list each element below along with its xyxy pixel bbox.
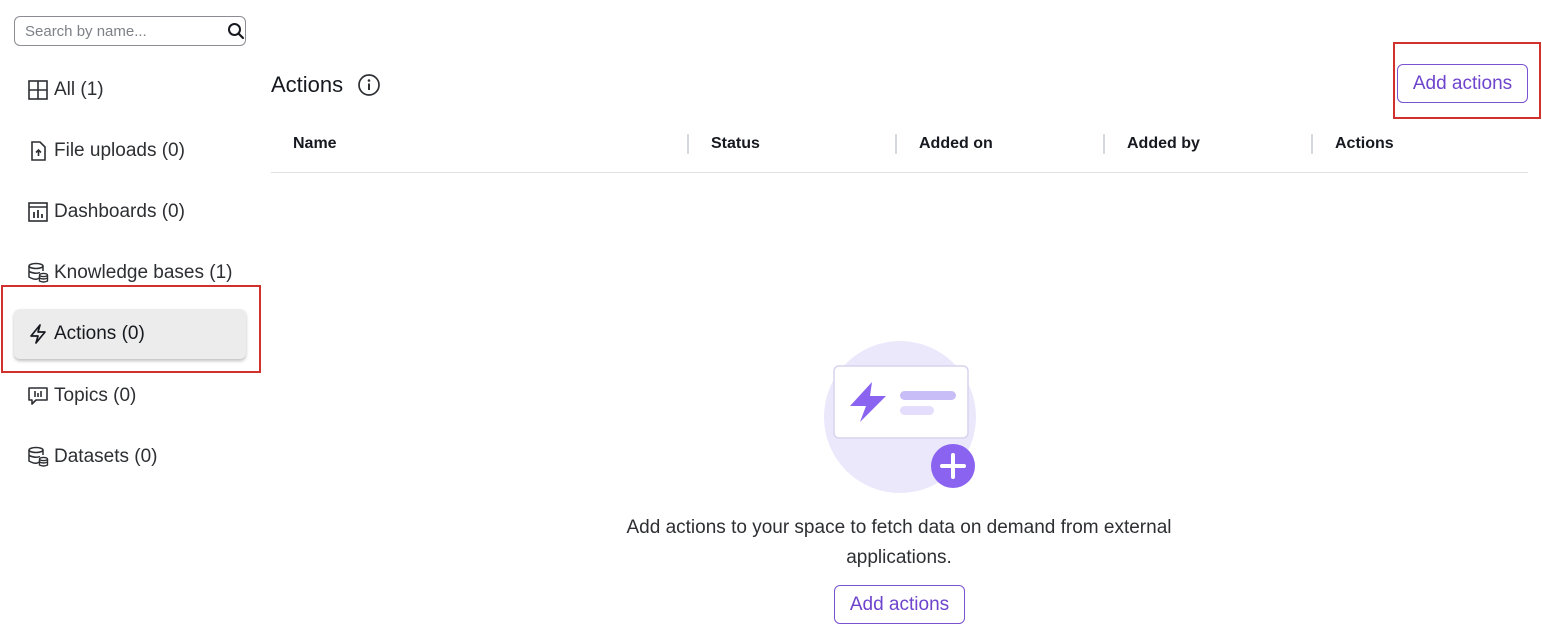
column-divider[interactable] bbox=[895, 134, 897, 154]
page-title-area: Actions bbox=[271, 72, 381, 98]
database-icon bbox=[26, 261, 50, 285]
column-divider[interactable] bbox=[1311, 134, 1313, 154]
search-icon[interactable] bbox=[226, 17, 245, 45]
sidebar-item-file-uploads[interactable]: File uploads (0) bbox=[14, 126, 246, 176]
sidebar-item-label: Datasets (0) bbox=[54, 446, 158, 467]
sidebar-item-label: Dashboards (0) bbox=[54, 201, 185, 222]
column-header-added-on[interactable]: Added on bbox=[919, 124, 993, 164]
sidebar-item-label: Topics (0) bbox=[54, 385, 137, 406]
column-header-added-by[interactable]: Added by bbox=[1127, 124, 1200, 164]
sidebar-item-knowledge-bases[interactable]: Knowledge bases (1) bbox=[14, 248, 246, 298]
search-box bbox=[14, 16, 246, 46]
column-header-status[interactable]: Status bbox=[711, 124, 760, 164]
sidebar-item-label: All (1) bbox=[54, 79, 104, 100]
sidebar-item-dashboards[interactable]: Dashboards (0) bbox=[14, 187, 246, 237]
sidebar-item-datasets[interactable]: Datasets (0) bbox=[14, 432, 246, 482]
grid-icon bbox=[26, 78, 50, 102]
add-actions-button[interactable]: Add actions bbox=[1397, 64, 1528, 103]
search-input[interactable] bbox=[15, 17, 226, 45]
info-icon[interactable] bbox=[357, 73, 381, 97]
empty-state-message: Add actions to your space to fetch data … bbox=[626, 517, 1172, 568]
sidebar-item-all[interactable]: All (1) bbox=[14, 65, 246, 115]
column-divider[interactable] bbox=[1103, 134, 1105, 154]
sidebar-item-label: Actions (0) bbox=[54, 323, 145, 344]
lightning-icon bbox=[26, 322, 50, 346]
topic-chat-icon bbox=[26, 384, 50, 408]
sidebar-item-label: File uploads (0) bbox=[54, 140, 185, 161]
column-header-name[interactable]: Name bbox=[293, 124, 337, 164]
column-divider[interactable] bbox=[687, 134, 689, 154]
file-upload-icon bbox=[26, 139, 50, 163]
sidebar-item-topics[interactable]: Topics (0) bbox=[14, 371, 246, 421]
database-icon bbox=[26, 445, 50, 469]
table-header: Name Status Added on Added by Actions bbox=[271, 124, 1528, 173]
sidebar-item-actions[interactable]: Actions (0) bbox=[14, 309, 246, 359]
add-actions-empty-button[interactable]: Add actions bbox=[834, 585, 965, 624]
dashboard-icon bbox=[26, 200, 50, 224]
page-title: Actions bbox=[271, 72, 344, 97]
empty-state-illustration bbox=[822, 340, 982, 495]
sidebar-item-label: Knowledge bases (1) bbox=[54, 262, 233, 283]
column-header-actions[interactable]: Actions bbox=[1335, 124, 1394, 164]
